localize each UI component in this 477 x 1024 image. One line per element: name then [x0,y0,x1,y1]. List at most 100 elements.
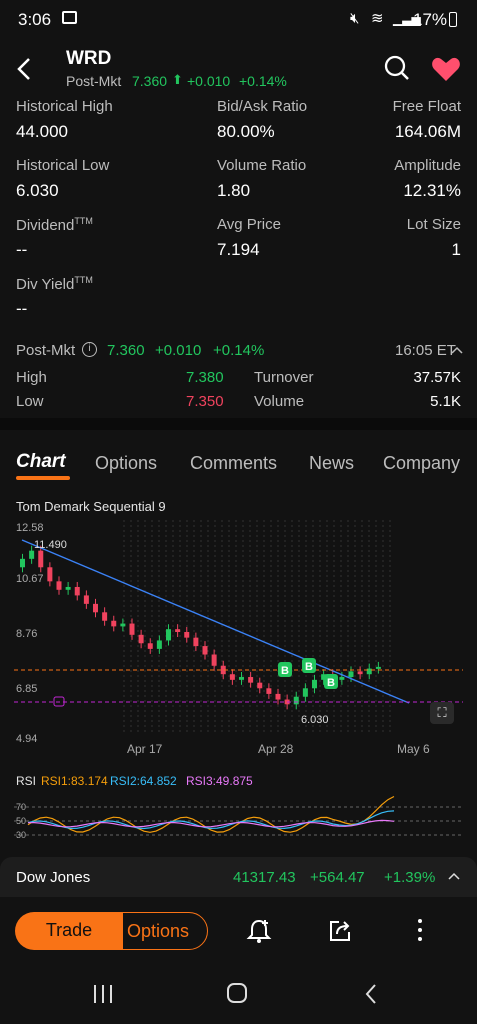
bottom-action-bar: Trade Options [0,897,477,967]
stat-label: Amplitude [394,157,461,174]
candle [175,629,181,633]
candle [339,677,345,680]
y-tick: 10.67 [16,573,44,585]
candle [357,671,363,675]
svg-text:B: B [327,677,335,689]
stat-label: Avg Price [217,216,281,233]
y-tick: 6.85 [16,683,37,695]
stat-label: Historical High [16,98,113,115]
fullscreen-icon[interactable]: ⛶ [430,702,454,724]
candle [202,646,208,655]
volume-label: Volume [254,393,305,410]
tab-comments[interactable]: Comments [190,453,277,474]
rsi-chart: 70 50 30 [14,795,463,840]
price-chart[interactable]: 12.58 10.67 8.76 6.85 4.94 11.490 6.030 … [14,520,463,748]
post-mkt-label: Post-Mkt [16,342,76,359]
candle [83,595,89,604]
period-low-label: 6.030 [301,714,329,726]
high-label: High [16,369,47,386]
candle [74,586,80,596]
stat-label: Div YieldTTM [16,275,93,293]
turnover-label: Turnover [254,369,314,386]
system-nav-bar [0,967,477,1024]
stat-value: 1.80 [217,181,251,200]
favorite-heart-icon[interactable] [431,56,461,82]
options-button[interactable]: Options [108,912,208,950]
chevron-up-icon[interactable] [451,345,463,355]
candle [38,550,44,568]
rsi1-label: RSI1:83.174 [41,774,108,788]
stat-label: Lot Size [406,216,461,233]
home-icon[interactable] [227,983,247,1003]
tab-news[interactable]: News [309,453,354,474]
candle [20,558,25,568]
candle [239,677,244,680]
candle [229,674,235,680]
candle [102,612,108,621]
candle [193,637,199,647]
low-value: 7.350 [186,393,224,410]
stat-value: 1 [451,240,461,259]
period-high-label: 11.490 [34,539,67,551]
tab-options[interactable]: Options [95,453,157,474]
candle [166,629,171,641]
battery-level: 17% [413,10,448,29]
recent-apps-icon[interactable] [94,985,114,1003]
post-mkt-pct: +0.14% [239,73,287,89]
post-mkt-pct: +0.14% [213,342,265,359]
price-alert-icon[interactable] [246,917,272,945]
candle [275,693,281,700]
stat-label: Volume Ratio [217,157,307,174]
gallery-icon [62,11,77,24]
rsi2-label: RSI2:64.852 [110,774,177,788]
stat-value: 6.030 [16,181,59,200]
low-label: Low [16,393,44,410]
candle [211,654,217,666]
chevron-up-icon [448,872,460,880]
candle [29,550,35,559]
status-bar: 3:06 🔇︎ ≋ ▁▃▅ 17% [0,0,477,40]
candle [257,682,263,689]
candle [129,623,135,635]
share-icon[interactable] [327,918,353,944]
rsi-level: 50 [16,816,26,826]
post-mkt-price: 7.360 [107,342,145,359]
x-tick: Apr 28 [258,742,294,756]
search-icon[interactable] [384,55,410,81]
indicator-title: Tom Demark Sequential 9 [16,499,166,514]
back-icon[interactable] [364,983,378,1005]
high-value: 7.380 [186,369,224,386]
index-name: Dow Jones [16,869,91,886]
post-mkt-price: 7.360 [132,73,168,89]
stat-value: 12.31% [403,181,461,200]
trade-button[interactable]: Trade [15,912,123,950]
tab-company[interactable]: Company [383,453,460,474]
rsi3-label: RSI3:49.875 [186,774,253,788]
more-options-icon[interactable] [418,919,422,941]
rsi-level: 70 [16,802,26,812]
info-icon[interactable]: i [82,342,97,357]
wifi-icon: ≋ [371,10,384,27]
back-arrow-icon[interactable] [14,56,34,82]
mute-icon: 🔇︎ [350,10,360,27]
stat-value: 164.06M [394,122,461,141]
candle [293,696,299,705]
candle [47,567,53,582]
stat-label: DividendTTM [16,216,93,234]
tab-chart[interactable]: Chart [16,451,66,473]
ticker-symbol: WRD [66,48,112,69]
buy-signal-marker: B [302,658,316,673]
stat-value: 80.00% [217,122,275,141]
volume-value: 5.1K [430,393,461,410]
candle [111,620,117,627]
candle [184,632,190,638]
post-mkt-change: +0.010 [155,342,202,359]
stat-value: 7.194 [217,240,260,259]
index-ticker-bar[interactable]: Dow Jones 41317.43 +564.47 +1.39% [0,857,477,897]
post-mkt-label: Post-Mkt [66,73,122,89]
x-tick: May 6 [397,742,430,756]
battery-icon [449,12,457,27]
up-arrow-icon: ⬆ [172,72,183,87]
stat-label: Bid/Ask Ratio [217,98,308,115]
candle [65,586,71,590]
